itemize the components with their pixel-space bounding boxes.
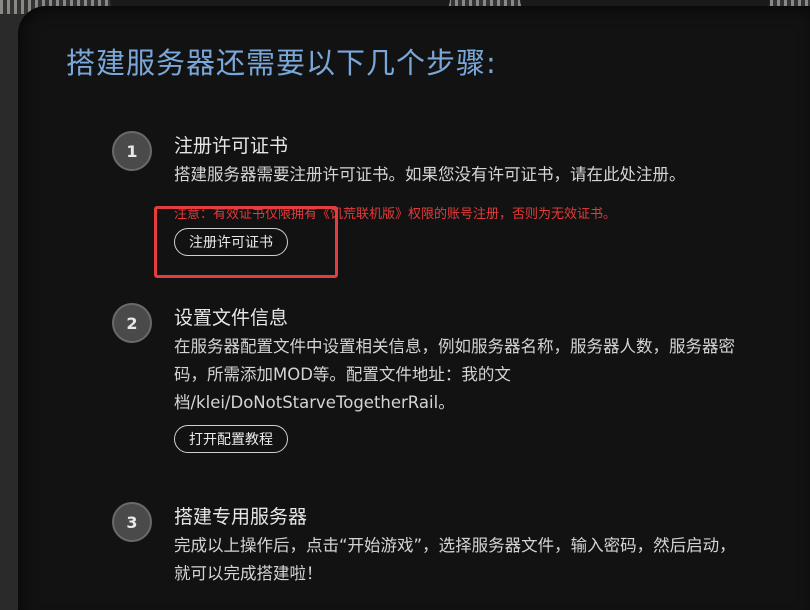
step-number-badge: 3 [112, 502, 152, 542]
step-description: 搭建服务器需要注册许可证书。如果您没有许可证书，请在此处注册。 [174, 165, 686, 184]
license-warning-text: 注意：有效证书仅限拥有《饥荒联机版》权限的账号注册，否则为无效证书。 [174, 207, 617, 222]
step-title: 设置文件信息 [174, 307, 289, 329]
open-config-tutorial-button[interactable]: 打开配置教程 [174, 425, 288, 453]
step-number-badge: 1 [112, 131, 152, 171]
step-number-badge: 2 [112, 303, 152, 343]
step-title: 搭建专用服务器 [174, 506, 308, 528]
window-frame: 搭建服务器还需要以下几个步骤: 1 注册许可证书 搭建服务器需要注册许可证书。如… [0, 0, 810, 610]
page-title: 搭建服务器还需要以下几个步骤: [66, 46, 497, 80]
step-description: 完成以上操作后，点击“开始游戏”，选择服务器文件，输入密码，然后启动，就可以完成… [174, 536, 736, 583]
step-description: 在服务器配置文件中设置相关信息，例如服务器名称，服务器人数，服务器密码，所需添加… [174, 337, 735, 412]
register-license-button[interactable]: 注册许可证书 [174, 228, 288, 256]
step-title: 注册许可证书 [174, 135, 289, 157]
